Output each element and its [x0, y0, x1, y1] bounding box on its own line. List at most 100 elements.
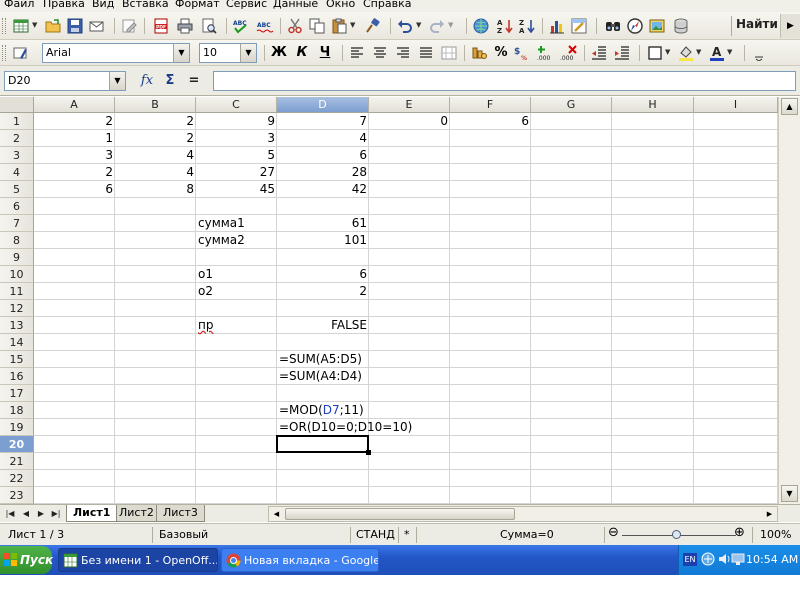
row-header-3[interactable]: 3: [0, 147, 34, 164]
row-header-9[interactable]: 9: [0, 249, 34, 266]
row-header-18[interactable]: 18: [0, 402, 34, 419]
cell-d3[interactable]: 6: [277, 147, 369, 164]
cell-d11[interactable]: 2: [277, 283, 369, 300]
print-icon[interactable]: [176, 17, 194, 35]
network-icon[interactable]: [701, 552, 715, 566]
menu-window[interactable]: Окно: [326, 0, 355, 11]
chevron-down-icon[interactable]: ▼: [240, 44, 256, 62]
cell-c13[interactable]: пр: [196, 317, 215, 334]
italic-button[interactable]: К: [293, 44, 311, 62]
scroll-right-icon[interactable]: ▶: [763, 508, 776, 520]
column-header-b[interactable]: B: [115, 97, 196, 113]
paste-dropdown-arrow[interactable]: ▼: [350, 21, 355, 29]
increase-indent-icon[interactable]: [613, 44, 631, 62]
background-color-dropdown-arrow[interactable]: ▼: [696, 48, 701, 56]
clock[interactable]: 10:54 AM: [746, 553, 798, 566]
cell-d7[interactable]: 61: [277, 215, 369, 232]
taskbar-item-openoffice[interactable]: Без имени 1 - OpenOff...: [58, 548, 218, 572]
selection-mode-status[interactable]: СТАНД: [356, 529, 395, 541]
language-indicator[interactable]: EN: [683, 553, 697, 566]
row-header-21[interactable]: 21: [0, 453, 34, 470]
cell-a2[interactable]: 1: [34, 130, 115, 147]
clone-formatting-icon[interactable]: [364, 17, 382, 35]
autospellcheck-icon[interactable]: ABC: [256, 17, 274, 35]
row-header-1[interactable]: 1: [0, 113, 34, 130]
menu-view[interactable]: Вид: [92, 0, 114, 11]
cell-d5[interactable]: 42: [277, 181, 369, 198]
cell-d1[interactable]: 7: [277, 113, 369, 130]
row-header-5[interactable]: 5: [0, 181, 34, 198]
sheet-tab-1[interactable]: Лист1: [66, 505, 118, 522]
cell-e1[interactable]: 0: [369, 113, 450, 130]
spreadsheet-grid[interactable]: ABCDEFGHI 1 2 3 4 5 6 7 8 9 10 11 12 13 14 15 16 17 18 19 2…: [0, 97, 800, 504]
cell-c1[interactable]: 9: [196, 113, 277, 130]
zoom-level-status[interactable]: 100%: [760, 529, 791, 541]
redo-icon[interactable]: [428, 17, 446, 35]
redo-dropdown-arrow[interactable]: ▼: [448, 21, 453, 29]
font-size-combobox[interactable]: 10 ▼: [199, 43, 257, 63]
row-header-17[interactable]: 17: [0, 385, 34, 402]
cell-c7[interactable]: сумма1: [196, 215, 247, 232]
menu-edit[interactable]: Правка: [43, 0, 85, 11]
sheet-tab-2[interactable]: Лист2: [112, 505, 161, 522]
column-header-h[interactable]: H: [612, 97, 694, 113]
page-style-status[interactable]: Базовый: [159, 529, 208, 541]
cell-d19[interactable]: =OR(D10=0;D10=10): [277, 419, 414, 436]
cell-c3[interactable]: 5: [196, 147, 277, 164]
row-header-13[interactable]: 13: [0, 317, 34, 334]
align-center-icon[interactable]: [371, 44, 389, 62]
spellcheck-icon[interactable]: ABC: [232, 17, 250, 35]
column-header-a[interactable]: A: [34, 97, 115, 113]
undo-icon[interactable]: [396, 17, 414, 35]
function-wizard-button[interactable]: fx: [137, 72, 157, 90]
row-header-12[interactable]: 12: [0, 300, 34, 317]
taskbar-item-chrome[interactable]: Новая вкладка - Google...: [221, 548, 379, 572]
font-name-combobox[interactable]: Arial ▼: [42, 43, 190, 63]
monitor-icon[interactable]: [731, 552, 745, 566]
row-header-4[interactable]: 4: [0, 164, 34, 181]
cell-d18[interactable]: =MOD(D7;11): [277, 402, 366, 419]
add-decimal-icon[interactable]: .000: [537, 44, 555, 62]
cell-a4[interactable]: 2: [34, 164, 115, 181]
cell-a1[interactable]: 2: [34, 113, 115, 130]
cell-c11[interactable]: о2: [196, 283, 215, 300]
email-document-icon[interactable]: [88, 17, 106, 35]
percent-format-button[interactable]: %: [492, 44, 510, 62]
menu-insert[interactable]: Вставка: [122, 0, 169, 11]
zoom-in-icon[interactable]: ⊕: [734, 526, 745, 539]
pivot-table-icon[interactable]: [570, 17, 588, 35]
copy-icon[interactable]: [308, 17, 326, 35]
toolbar-scroll-right-icon[interactable]: ▶: [780, 14, 800, 38]
styles-formatting-icon[interactable]: [12, 44, 30, 62]
first-sheet-icon[interactable]: |◀: [4, 507, 16, 520]
cell-d4[interactable]: 28: [277, 164, 369, 181]
undo-dropdown-arrow[interactable]: ▼: [416, 21, 421, 29]
cell-a3[interactable]: 3: [34, 147, 115, 164]
new-document-icon[interactable]: [12, 17, 30, 35]
navigator-icon[interactable]: [626, 17, 644, 35]
horizontal-scroll-thumb[interactable]: [285, 508, 515, 520]
cell-c5[interactable]: 45: [196, 181, 277, 198]
select-all-corner[interactable]: [0, 97, 34, 113]
vertical-scrollbar[interactable]: ▲ ▼: [778, 97, 800, 504]
formula-input[interactable]: [213, 71, 796, 91]
row-header-23[interactable]: 23: [0, 487, 34, 504]
row-header-20[interactable]: 20: [0, 436, 34, 453]
function-button[interactable]: =: [184, 72, 204, 90]
cell-d10[interactable]: 6: [277, 266, 369, 283]
toolbar-grip[interactable]: [2, 18, 6, 34]
align-left-icon[interactable]: [348, 44, 366, 62]
cell-b1[interactable]: 2: [115, 113, 196, 130]
decrease-indent-icon[interactable]: [590, 44, 608, 62]
sort-descending-icon[interactable]: ZA: [518, 17, 536, 35]
column-header-i[interactable]: I: [694, 97, 778, 113]
find-toolbar-label[interactable]: Найти: [736, 17, 778, 31]
column-header-g[interactable]: G: [531, 97, 612, 113]
menu-format[interactable]: Формат: [175, 0, 220, 11]
scroll-left-icon[interactable]: ◀: [270, 508, 283, 520]
horizontal-scrollbar[interactable]: ◀ ▶: [268, 506, 778, 522]
cell-c8[interactable]: сумма2: [196, 232, 247, 249]
find-replace-icon[interactable]: [604, 17, 622, 35]
row-header-19[interactable]: 19: [0, 419, 34, 436]
cell-b2[interactable]: 2: [115, 130, 196, 147]
